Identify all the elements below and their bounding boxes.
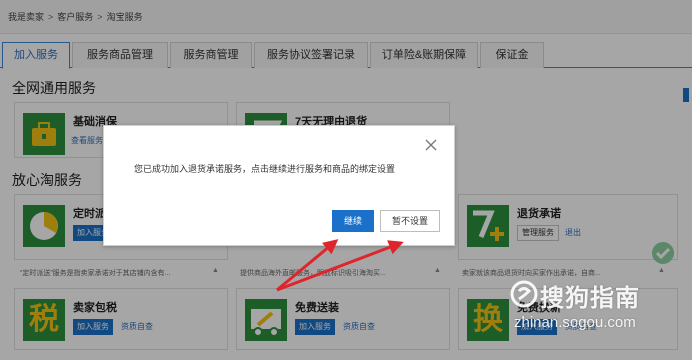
success-dialog: 您已成功加入退货承诺服务，点击继续进行服务和商品的绑定设置 继续 暂不设置 xyxy=(103,125,455,246)
continue-button[interactable]: 继续 xyxy=(332,210,374,232)
close-icon[interactable] xyxy=(424,138,438,152)
dialog-message: 您已成功加入退货承诺服务，点击继续进行服务和商品的绑定设置 xyxy=(134,164,396,174)
skip-setup-button[interactable]: 暂不设置 xyxy=(380,210,440,232)
